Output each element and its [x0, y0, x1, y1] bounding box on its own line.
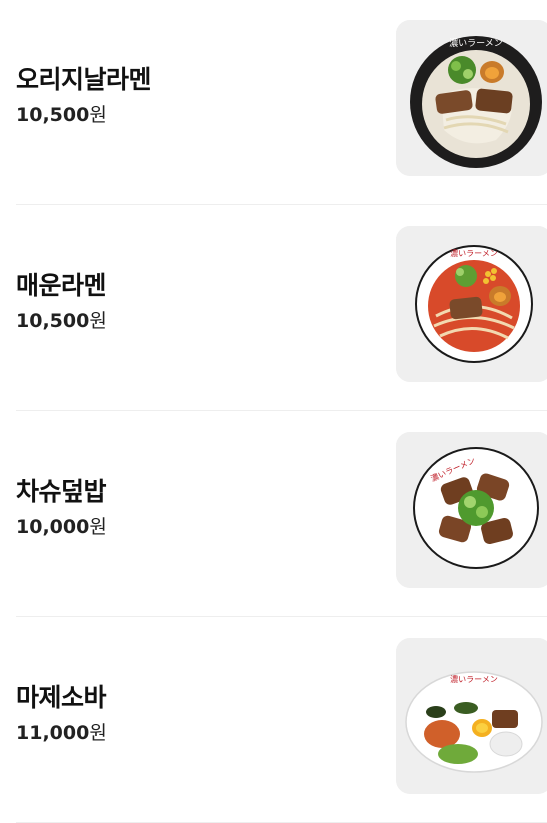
menu-item-text: 매운라멘 10,500원 [16, 270, 107, 334]
spicy-ramen-image: 濃いラーメン [396, 226, 547, 382]
menu-item-price: 10,500원 [16, 308, 107, 334]
menu-item-name: 차슈덮밥 [16, 477, 107, 506]
menu-item-chashu-rice-bowl[interactable]: 차슈덮밥 10,000원 濃いラーメン [16, 412, 547, 617]
menu-item-mazesoba[interactable]: 마제소바 11,000원 濃いラーメン [16, 618, 547, 823]
menu-item-original-ramen[interactable]: 오리지날라멘 10,500원 濃いラーメン [16, 0, 547, 205]
chashu-rice-image: 濃いラーメン [396, 432, 547, 588]
menu-item-price: 10,500원 [16, 102, 151, 128]
price-unit: 원 [89, 516, 107, 538]
menu-item-price: 11,000원 [16, 720, 107, 746]
menu-item-name: 매운라멘 [16, 271, 107, 300]
bowl-brand-text: 濃いラーメン [449, 37, 503, 49]
menu-item-photo-mazesoba-bowl: 濃いラーメン [396, 638, 547, 794]
mazesoba-image: 濃いラーメン [396, 638, 547, 794]
menu-item-name: 마제소바 [16, 683, 107, 712]
menu-list: 오리지날라멘 10,500원 濃いラーメン 매운라멘 10,500원 濃いラーメ… [0, 0, 547, 823]
menu-item-spicy-ramen[interactable]: 매운라멘 10,500원 濃いラーメン [16, 206, 547, 411]
ramen-bowl-image: 濃いラーメン [396, 20, 547, 176]
price-unit: 원 [89, 722, 107, 744]
bowl-brand-text: 濃いラーメン [450, 674, 498, 684]
menu-item-photo-chashu-rice-bowl: 濃いラーメン [396, 432, 547, 588]
price-value: 11,000 [16, 722, 90, 744]
menu-item-text: 마제소바 11,000원 [16, 682, 107, 746]
price-value: 10,500 [16, 310, 90, 332]
menu-item-text: 차슈덮밥 10,000원 [16, 476, 107, 540]
menu-item-text: 오리지날라멘 10,500원 [16, 64, 152, 128]
bowl-brand-text: 濃いラーメン [450, 248, 498, 258]
menu-item-name: 오리지날라멘 [16, 65, 152, 94]
menu-item-photo-ramen-tonkotsu-bowl: 濃いラーメン [396, 20, 547, 176]
menu-item-price: 10,000원 [16, 514, 107, 540]
price-value: 10,000 [16, 516, 90, 538]
price-unit: 원 [89, 310, 107, 332]
price-value: 10,500 [16, 104, 90, 126]
price-unit: 원 [89, 104, 107, 126]
menu-item-photo-spicy-ramen-bowl: 濃いラーメン [396, 226, 547, 382]
